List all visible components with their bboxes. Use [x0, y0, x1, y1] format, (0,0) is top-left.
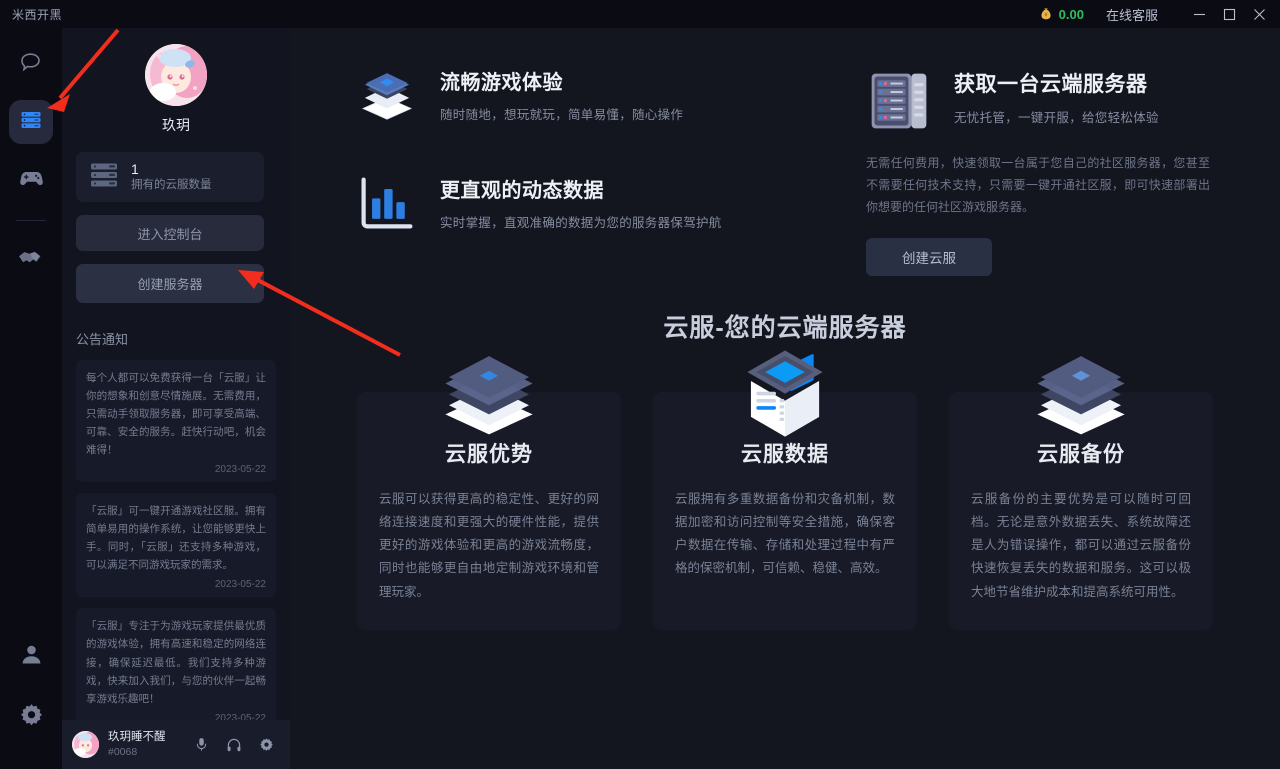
- info-card-text: 云服可以获得更高的稳定性、更好的网络连接速度和更强大的硬件性能，提供更好的游戏体…: [379, 492, 599, 599]
- create-cloud-server-button[interactable]: 创建云服: [866, 238, 992, 277]
- gamepad-icon: [18, 164, 45, 196]
- minimize-icon[interactable]: [1184, 0, 1214, 28]
- online-support-link[interactable]: 在线客服: [1106, 5, 1158, 24]
- layers-diamond-icon: [1026, 338, 1136, 443]
- server-cabinet-icon: [866, 68, 932, 134]
- sidebar-item-partners[interactable]: [9, 237, 53, 281]
- announcement-heading: 公告通知: [76, 332, 129, 347]
- promo-block: 获取一台云端服务器 无忧托管，一键开服，给您轻松体验 无需任何费用，快速领取一台…: [866, 66, 1224, 278]
- cloud-server-count-value: 1: [131, 161, 139, 178]
- sidebar-item-games[interactable]: [9, 158, 53, 202]
- create-server-button[interactable]: 创建服务器: [76, 264, 264, 303]
- maximize-icon[interactable]: [1214, 0, 1244, 28]
- user-status-controls: [194, 737, 280, 753]
- info-card-text: 云服拥有多重数据备份和灾备机制，数据加密和访问控制等安全措施，确保客户数据在传输…: [675, 492, 895, 576]
- gear-icon[interactable]: [259, 737, 274, 752]
- svg-text:¥: ¥: [1044, 13, 1047, 19]
- promo-title: 获取一台云端服务器: [954, 73, 1148, 96]
- feature-text: 流畅游戏体验 随时随地，想玩就玩，简单易懂，随心操作: [440, 66, 683, 123]
- feature-list: 流畅游戏体验 随时随地，想玩就玩，简单易懂，随心操作 更直观的动态数据 实时掌握…: [356, 66, 836, 278]
- server-stack-icon: [90, 161, 120, 194]
- announcement-date: 2023-05-22: [214, 712, 266, 720]
- info-card-list: 云服优势 云服可以获得更高的稳定性、更好的网络连接速度和更强大的硬件性能，提供更…: [290, 350, 1280, 630]
- close-icon[interactable]: [1244, 0, 1274, 28]
- bar-chart-icon: [356, 174, 418, 232]
- user-status-name: 玖玥睡不醒: [108, 730, 166, 743]
- promo-header: 获取一台云端服务器 无忧托管，一键开服，给您轻松体验: [866, 68, 1224, 134]
- cloud-server-count-card[interactable]: 1 拥有的云服数量: [76, 152, 264, 202]
- microphone-icon[interactable]: [194, 737, 209, 752]
- layers-stack-icon: [434, 338, 544, 443]
- rail-divider: [16, 220, 46, 221]
- promo-heading-text: 获取一台云端服务器 无忧托管，一键开服，给您轻松体验: [954, 68, 1159, 126]
- app-window: 米西开黑 ¥ 0.00 在线客服 玖玥 1 拥有的云服数量 进入控制台 创建服务…: [0, 0, 1280, 769]
- window-body: 玖玥 1 拥有的云服数量 进入控制台 创建服务器 公告通知 每个人都可以免费获得…: [0, 28, 1280, 769]
- feature-title: 流畅游戏体验: [440, 72, 563, 94]
- promo-subtitle: 无忧托管，一键开服，给您轻松体验: [954, 111, 1159, 125]
- info-card-data: 云服数据 云服拥有多重数据备份和灾备机制，数据加密和访问控制等安全措施，确保客户…: [653, 350, 917, 630]
- announcement-list[interactable]: 每个人都可以免费获得一台「云服」让你的想象和创意尽情施展。无需费用，只需动手领取…: [62, 360, 290, 720]
- feature-item-smooth-gaming: 流畅游戏体验 随时随地，想玩就玩，简单易懂，随心操作: [356, 66, 836, 128]
- gear-icon: [19, 702, 44, 732]
- announcement-text: 「云服」可一键开通游戏社区服。拥有简单易用的操作系统，让您能够更快上手。同时，「…: [86, 505, 266, 572]
- left-panel: 玖玥 1 拥有的云服数量 进入控制台 创建服务器 公告通知 每个人都可以免费获得…: [62, 28, 290, 769]
- headphone-icon[interactable]: [226, 737, 242, 753]
- user-status-id: #0068: [108, 746, 138, 759]
- title-bar: 米西开黑 ¥ 0.00 在线客服: [0, 0, 1280, 28]
- hero-section: 流畅游戏体验 随时随地，想玩就玩，简单易懂，随心操作 更直观的动态数据 实时掌握…: [290, 28, 1280, 278]
- sidebar-item-chat[interactable]: [9, 42, 53, 86]
- enter-console-button[interactable]: 进入控制台: [76, 215, 264, 251]
- cloud-server-count-text: 1 拥有的云服数量: [131, 161, 212, 192]
- sidebar-item-cloud-server[interactable]: [9, 100, 53, 144]
- sidebar-item-settings[interactable]: [9, 695, 53, 739]
- feature-subtitle: 随时随地，想玩就玩，简单易懂，随心操作: [440, 108, 684, 122]
- announcement-date: 2023-05-22: [214, 579, 266, 591]
- handshake-icon: [17, 243, 45, 276]
- wallet-balance[interactable]: ¥ 0.00: [1039, 7, 1084, 22]
- layers-stack-icon: [356, 66, 418, 128]
- cloud-server-count-label: 拥有的云服数量: [131, 178, 212, 191]
- profile-username: 玖玥: [162, 117, 190, 133]
- main-content: 流畅游戏体验 随时随地，想玩就玩，简单易懂，随心操作 更直观的动态数据 实时掌握…: [290, 28, 1280, 769]
- nav-rail: [0, 28, 62, 769]
- rail-bottom-group: [9, 635, 53, 769]
- info-card-advantage: 云服优势 云服可以获得更高的稳定性、更好的网络连接速度和更强大的硬件性能，提供更…: [357, 356, 621, 630]
- list-item[interactable]: 「云服」专注于为游戏玩家提供最优质的游戏体验，拥有高速和稳定的网络连接，确保延迟…: [76, 608, 276, 720]
- avatar[interactable]: [72, 731, 99, 758]
- avatar[interactable]: [145, 44, 207, 106]
- titlebar-controls: ¥ 0.00 在线客服: [1039, 0, 1280, 28]
- feature-subtitle: 实时掌握，直观准确的数据为您的服务器保驾护航: [440, 216, 722, 230]
- profile-block: 玖玥: [62, 28, 290, 135]
- announcement-date: 2023-05-22: [214, 464, 266, 476]
- cube-data-icon: [730, 338, 840, 447]
- promo-description: 无需任何费用，快速领取一台属于您自己的社区服务器，您甚至不需要任何技术支持，只需…: [866, 156, 1210, 214]
- app-title: 米西开黑: [12, 7, 63, 22]
- server-rack-icon: [18, 107, 44, 138]
- coin-bag-icon: ¥: [1039, 7, 1053, 21]
- feature-title: 更直观的动态数据: [440, 180, 604, 202]
- info-card-backup: 云服备份 云服备份的主要优势是可以随时可回档。无论是意外数据丢失、系统故障还是人…: [949, 356, 1213, 630]
- user-status-text: 玖玥睡不醒 #0068: [108, 731, 166, 758]
- info-card-text: 云服备份的主要优势是可以随时可回档。无论是意外数据丢失、系统故障还是人为错误操作…: [971, 492, 1191, 599]
- announcement-text: 每个人都可以免费获得一台「云服」让你的想象和创意尽情施展。无需费用，只需动手领取…: [86, 372, 266, 457]
- feature-text: 更直观的动态数据 实时掌握，直观准确的数据为您的服务器保驾护航: [440, 174, 722, 231]
- chat-bubble-icon: [18, 49, 44, 80]
- user-status-bar: 玖玥睡不醒 #0068: [62, 720, 290, 769]
- list-item[interactable]: 每个人都可以免费获得一台「云服」让你的想象和创意尽情施展。无需费用，只需动手领取…: [76, 360, 276, 483]
- user-icon: [19, 642, 44, 672]
- coin-amount: 0.00: [1058, 6, 1084, 22]
- sidebar-item-profile[interactable]: [9, 635, 53, 679]
- announcement-text: 「云服」专注于为游戏玩家提供最优质的游戏体验，拥有高速和稳定的网络连接，确保延迟…: [86, 620, 266, 705]
- feature-item-dynamic-data: 更直观的动态数据 实时掌握，直观准确的数据为您的服务器保驾护航: [356, 174, 836, 232]
- list-item[interactable]: 「云服」可一键开通游戏社区服。拥有简单易用的操作系统，让您能够更快上手。同时，「…: [76, 493, 276, 598]
